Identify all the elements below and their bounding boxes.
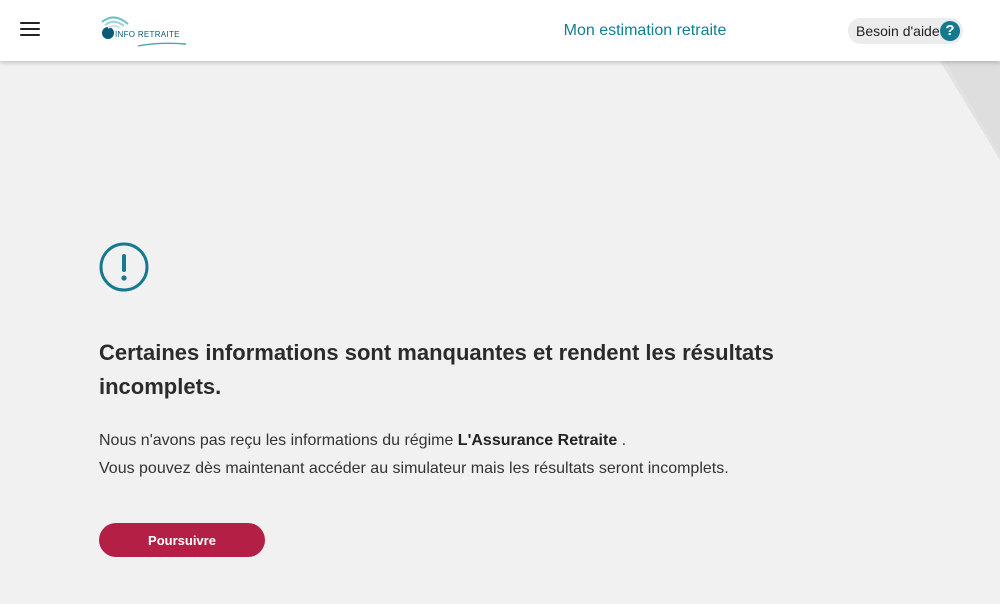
info-retraite-logo[interactable]: INFO RETRAITE [98, 10, 194, 52]
continue-button[interactable]: Poursuivre [99, 523, 265, 557]
exclamation-circle-icon [99, 242, 149, 292]
warning-description: Nous n'avons pas reçu les informations d… [99, 427, 899, 483]
logo-text: INFO RETRAITE [115, 30, 180, 39]
top-header: INFO RETRAITE Mon estimation retraite Be… [0, 0, 1000, 61]
description-line-2: Vous pouvez dès maintenant accéder au si… [99, 460, 729, 477]
description-line-1: Nous n'avons pas reçu les informations d… [99, 427, 899, 455]
help-button-label: Besoin d'aide [856, 23, 940, 39]
page: INFO RETRAITE Mon estimation retraite Be… [0, 0, 1000, 604]
warning-heading: Certaines informations sont manquantes e… [99, 340, 774, 399]
page-title: Mon estimation retraite [563, 22, 727, 39]
hamburger-menu-icon[interactable] [20, 22, 40, 38]
description-line-1-prefix: Nous n'avons pas reçu les informations d… [99, 432, 458, 449]
help-button[interactable]: Besoin d'aide ? [848, 18, 963, 44]
description-line-1-suffix: . [617, 432, 627, 449]
question-mark-icon: ? [940, 21, 960, 41]
regime-name: L'Assurance Retraite [457, 432, 618, 449]
background-decoration [940, 61, 1000, 160]
